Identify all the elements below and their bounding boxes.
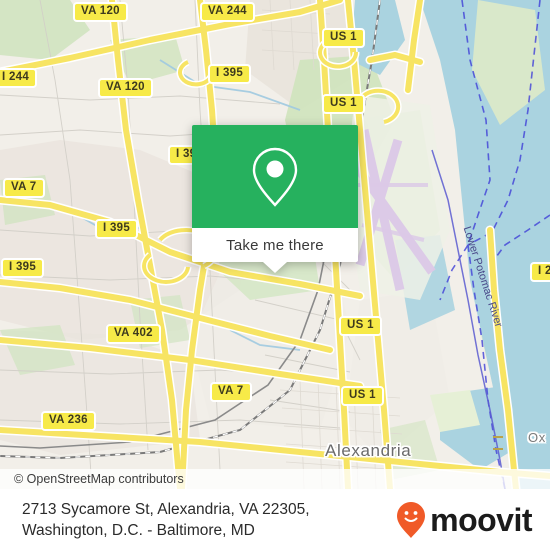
place-label-oxon: Ox bbox=[528, 430, 546, 445]
moovit-smiley-pin-icon bbox=[397, 501, 426, 538]
road-shield: I 244 bbox=[0, 68, 38, 88]
callout-action-bar[interactable]: Take me there bbox=[192, 228, 358, 262]
road-shield: I 395 bbox=[95, 219, 139, 239]
moovit-brand[interactable]: moovit bbox=[396, 501, 532, 539]
map-attribution[interactable]: © OpenStreetMap contributors bbox=[0, 469, 550, 489]
road-shield: I 395 bbox=[208, 64, 252, 84]
road-shield: VA 120 bbox=[73, 2, 128, 22]
place-label-alexandria: Alexandria bbox=[325, 441, 412, 460]
location-callout-card[interactable]: Take me there bbox=[192, 125, 358, 273]
footer-bar: 2713 Sycamore St, Alexandria, VA 22305, … bbox=[0, 489, 550, 550]
map-pin-icon bbox=[252, 147, 298, 207]
road-shield: VA 402 bbox=[106, 324, 161, 344]
road-shield: US 1 bbox=[341, 386, 384, 406]
address-line-2: Washington, D.C. - Baltimore, MD bbox=[22, 521, 255, 539]
road-shield: VA 7 bbox=[210, 382, 252, 402]
address-block: 2713 Sycamore St, Alexandria, VA 22305, … bbox=[22, 499, 310, 541]
road-shield: US 1 bbox=[322, 28, 365, 48]
moovit-wordmark: moovit bbox=[430, 501, 532, 538]
callout-header bbox=[192, 125, 358, 228]
take-me-there-label: Take me there bbox=[226, 236, 324, 254]
map-screenshot: VA 120 VA 244 US 1 I 244 I 395 VA 120 US… bbox=[0, 0, 550, 550]
road-shield: VA 244 bbox=[200, 2, 255, 22]
callout-tail-pointer bbox=[263, 262, 287, 273]
address-line-1: 2713 Sycamore St, Alexandria, VA 22305, bbox=[22, 500, 310, 518]
road-shield: VA 7 bbox=[3, 178, 45, 198]
road-shield: I 2 bbox=[530, 262, 550, 282]
road-shield: US 1 bbox=[339, 316, 382, 336]
road-shield: I 395 bbox=[1, 258, 45, 278]
map-canvas[interactable]: VA 120 VA 244 US 1 I 244 I 395 VA 120 US… bbox=[0, 0, 550, 489]
road-shield: VA 236 bbox=[41, 411, 96, 431]
road-shield: US 1 bbox=[322, 94, 365, 114]
road-shield: VA 120 bbox=[98, 78, 153, 98]
